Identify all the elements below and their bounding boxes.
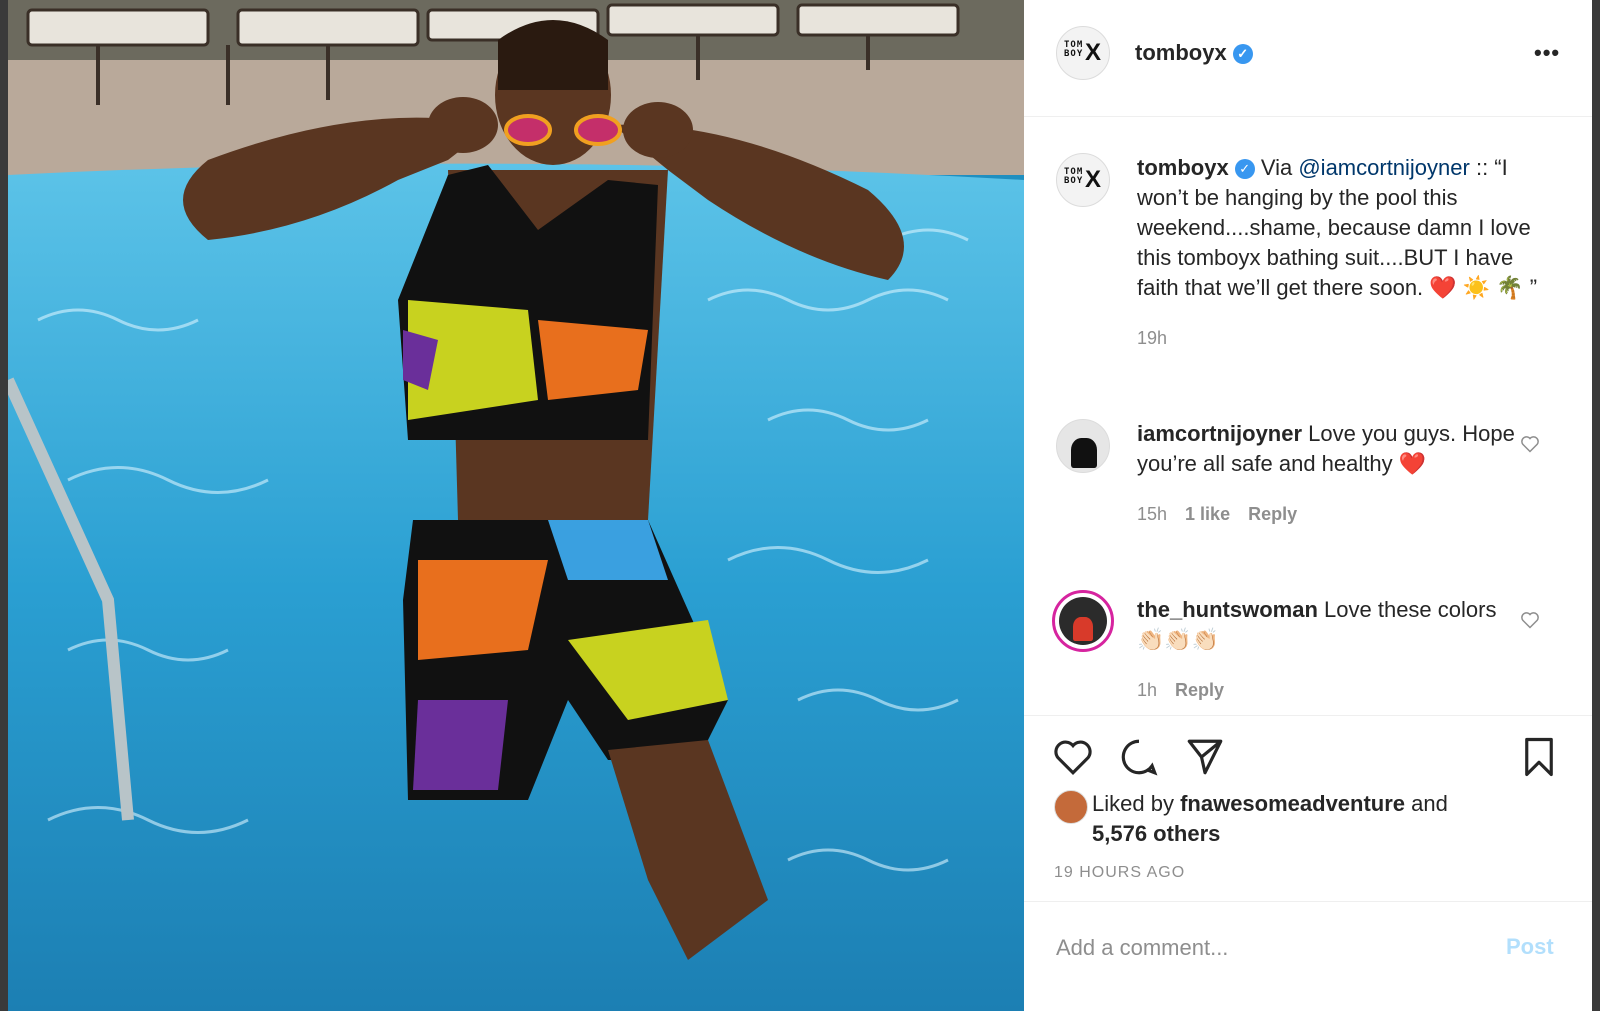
likes-and: and: [1411, 791, 1448, 816]
caption-avatar[interactable]: TOM BOY X: [1056, 153, 1110, 207]
author-avatar[interactable]: TOM BOY X: [1056, 26, 1110, 80]
verified-badge-icon: ✓: [1234, 159, 1255, 180]
likes-summary: Liked by fnawesomeadventure and 5,576 ot…: [1092, 789, 1448, 849]
post-panel: TOM BOY X tomboyx ✓ ••• TOM BOY X tomboyx ✓ …: [1024, 0, 1592, 1011]
avatar-figure: [1073, 617, 1093, 641]
likes-user-link[interactable]: fnawesomeadventure: [1180, 791, 1405, 816]
avatar-photo: [1059, 597, 1107, 645]
comment-username[interactable]: the_huntswoman: [1137, 597, 1318, 622]
avatar-logo-x: X: [1085, 166, 1102, 193]
comment-the-huntswoman: the_huntswoman Love these colors 👏🏻👏🏻👏🏻 …: [1137, 595, 1517, 705]
post-comment-button[interactable]: Post: [1506, 934, 1554, 960]
comment-iamcortnijoyner: iamcortnijoyner Love you guys. Hope you’…: [1137, 419, 1517, 529]
avatar-figure: [1071, 438, 1097, 468]
add-comment-bar: Post: [1024, 901, 1592, 1012]
caption-time[interactable]: 19h: [1137, 328, 1167, 348]
heart-icon[interactable]: [1052, 736, 1094, 778]
comment-meta: 1h Reply: [1137, 675, 1517, 705]
comment-likes[interactable]: 1 like: [1185, 504, 1230, 524]
comment-username[interactable]: iamcortnijoyner: [1137, 421, 1302, 446]
comment-meta: 15h 1 like Reply: [1137, 499, 1517, 529]
caption-username[interactable]: tomboyx: [1137, 155, 1229, 180]
post-header: TOM BOY X tomboyx ✓ •••: [1024, 0, 1592, 117]
comment-reply-button[interactable]: Reply: [1248, 504, 1297, 524]
caption-pre-mention: Via: [1260, 155, 1293, 180]
comment-time[interactable]: 1h: [1137, 680, 1157, 700]
avatar-logo-text: TOM BOY: [1064, 40, 1084, 59]
verified-badge-icon: ✓: [1232, 44, 1253, 65]
avatar-logo-x: X: [1085, 39, 1102, 66]
comment-like-heart-icon[interactable]: [1520, 610, 1540, 630]
bookmark-icon[interactable]: [1518, 736, 1560, 778]
likes-prefix: Liked by: [1092, 791, 1174, 816]
comment-like-heart-icon[interactable]: [1520, 434, 1540, 454]
post-actions: Liked by fnawesomeadventure and 5,576 ot…: [1024, 715, 1592, 902]
caption-mention-link[interactable]: @iamcortnijoyner: [1298, 155, 1470, 180]
post-timestamp[interactable]: 19 HOURS AGO: [1054, 864, 1185, 882]
liker-avatar[interactable]: [1054, 790, 1088, 824]
share-icon[interactable]: [1184, 736, 1226, 778]
caption: tomboyx ✓ Via @iamcortnijoyner :: “I won’…: [1137, 153, 1557, 353]
post-photo[interactable]: [8, 0, 1024, 1011]
author-username[interactable]: tomboyx ✓: [1135, 40, 1253, 66]
comment-icon[interactable]: [1118, 736, 1160, 778]
more-icon[interactable]: •••: [1534, 40, 1560, 66]
likes-others-link[interactable]: 5,576 others: [1092, 821, 1220, 846]
window-edge-right: [1592, 0, 1600, 1011]
comment-avatar-iamcortnijoyner[interactable]: [1056, 419, 1110, 473]
window-edge-left: [0, 0, 8, 1011]
caption-meta: 19h: [1137, 323, 1557, 353]
comment-reply-button[interactable]: Reply: [1175, 680, 1224, 700]
comment-time[interactable]: 15h: [1137, 504, 1167, 524]
author-username-text[interactable]: tomboyx: [1135, 40, 1227, 65]
avatar-logo-text: TOM BOY: [1064, 167, 1084, 186]
comment-input[interactable]: [1054, 930, 1458, 966]
comment-avatar-the-huntswoman[interactable]: [1052, 590, 1114, 652]
